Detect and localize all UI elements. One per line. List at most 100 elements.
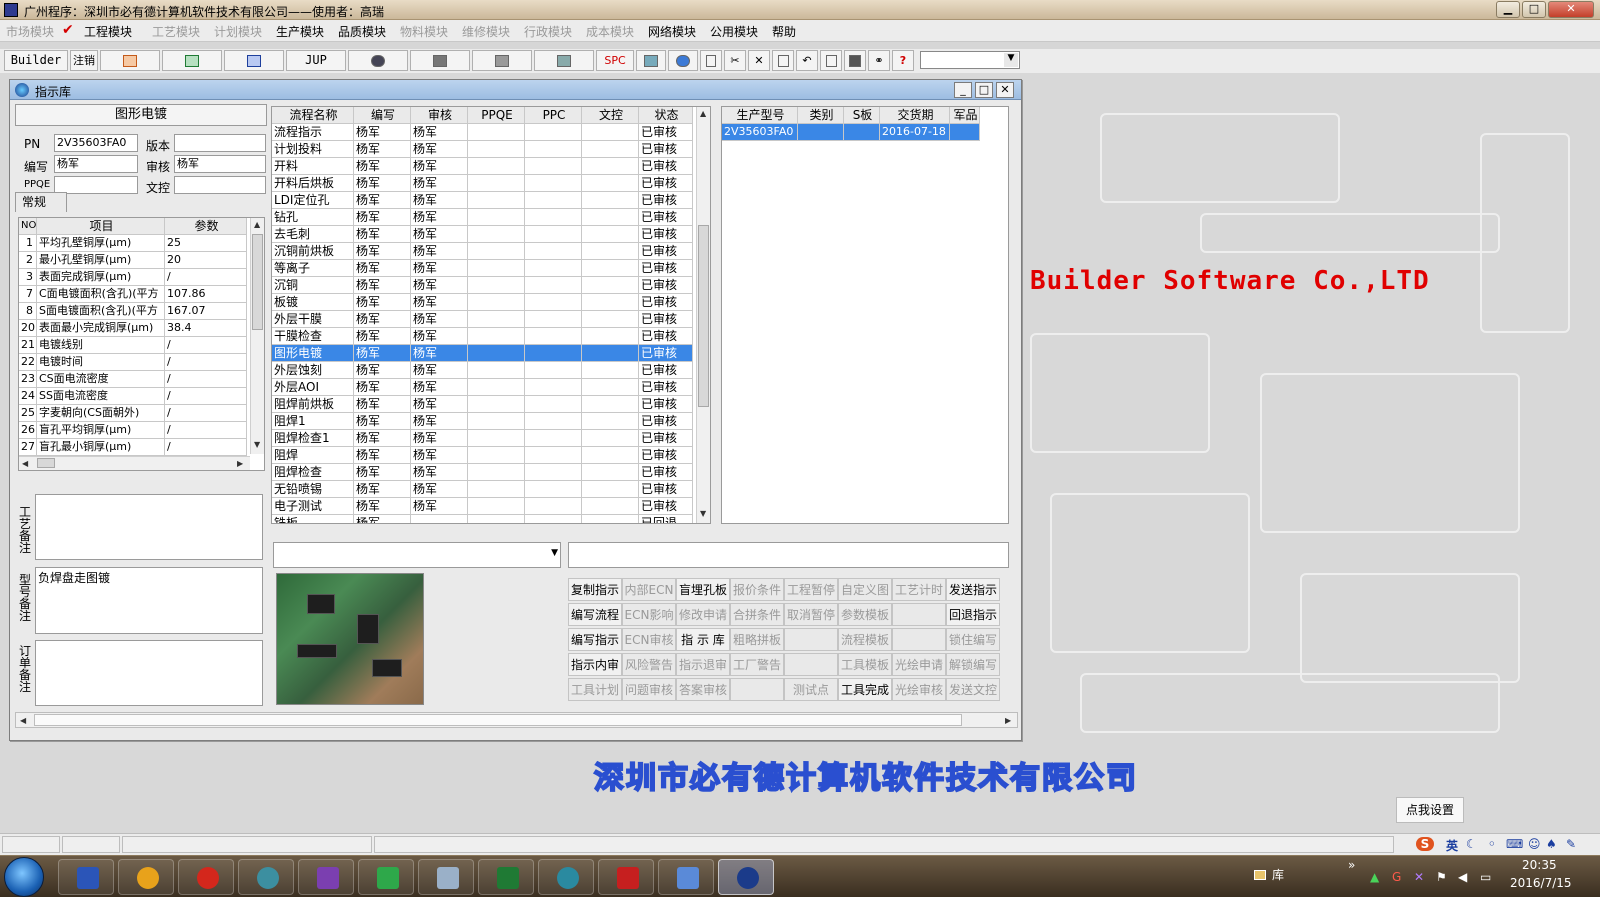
flow-row[interactable]: 开料 杨军 杨军 已审核	[272, 158, 693, 175]
menu-engineering[interactable]: 工程模块	[84, 23, 132, 40]
message-field[interactable]	[568, 542, 1009, 568]
dialog-horizontal-scrollbar[interactable]: ◀ ▶	[15, 712, 1018, 728]
action-button[interactable]	[730, 678, 784, 701]
help-button[interactable]: ?	[892, 50, 914, 71]
version-field[interactable]	[174, 134, 266, 152]
action-button[interactable]: 报价条件	[730, 578, 784, 601]
action-button[interactable]: 光绘申请	[892, 653, 946, 676]
action-button[interactable]: 复制指示	[568, 578, 622, 601]
parameter-row[interactable]: 1 平均孔壁铜厚(μm) 25	[19, 235, 247, 252]
flow-row[interactable]: LDI定位孔 杨军 杨军 已审核	[272, 192, 693, 209]
action-button[interactable]: ECN影响	[622, 603, 676, 626]
undo-button[interactable]: ↶	[796, 50, 818, 71]
flow-row[interactable]: 开料后烘板 杨军 杨军 已审核	[272, 175, 693, 192]
action-button[interactable]: 问题审核	[622, 678, 676, 701]
user-icon[interactable]: ☺	[1528, 837, 1541, 851]
flow-row[interactable]: 外层干膜 杨军 杨军 已审核	[272, 311, 693, 328]
action-button[interactable]: 工艺计时	[892, 578, 946, 601]
keyboard-icon[interactable]: ⌨	[1506, 837, 1523, 851]
cut-button[interactable]: ✂	[724, 50, 746, 71]
action-button[interactable]: 指 示 库	[676, 628, 730, 651]
flow-combo[interactable]: ▼	[273, 542, 561, 568]
parameter-row[interactable]: 22 电镀时间 /	[19, 354, 247, 371]
taskbar-app-save[interactable]	[58, 859, 114, 895]
action-button[interactable]	[892, 603, 946, 626]
taskbar-app-eye[interactable]	[238, 859, 294, 895]
builder-button[interactable]: Builder	[4, 50, 68, 71]
find-button[interactable]: ⚭	[868, 50, 890, 71]
scroll-thumb[interactable]	[37, 458, 55, 468]
computer-button[interactable]	[534, 50, 594, 71]
action-button[interactable]	[784, 653, 838, 676]
action-button[interactable]: 流程模板	[838, 628, 892, 651]
flow-row[interactable]: 阻焊前烘板 杨军 杨军 已审核	[272, 396, 693, 413]
action-button[interactable]: 发送指示	[946, 578, 1000, 601]
taskbar-app-excel[interactable]	[478, 859, 534, 895]
action-button[interactable]: 参数模板	[838, 603, 892, 626]
flow-row[interactable]: 外层AOI 杨军 杨军 已审核	[272, 379, 693, 396]
maximize-button[interactable]: □	[1522, 1, 1546, 18]
action-button[interactable]: 编写流程	[568, 603, 622, 626]
action-button[interactable]: 解锁编写	[946, 653, 1000, 676]
flow-row[interactable]: 计划投料 杨军 杨军 已审核	[272, 141, 693, 158]
tab-general[interactable]: 常规	[15, 192, 67, 212]
scroll-thumb[interactable]	[252, 234, 263, 330]
taskbar-app-g[interactable]	[178, 859, 234, 895]
action-button[interactable]: 工厂警告	[730, 653, 784, 676]
save-button[interactable]	[772, 50, 794, 71]
taskbar-app-notepad[interactable]	[658, 859, 714, 895]
refresh-button[interactable]	[636, 50, 666, 71]
start-button[interactable]	[4, 857, 44, 897]
action-button[interactable]: 工具计划	[568, 678, 622, 701]
taskbar-app-x[interactable]	[298, 859, 354, 895]
menu-quality[interactable]: 品质模块	[338, 23, 386, 40]
wrench-icon[interactable]: ✎	[1566, 837, 1576, 851]
reviewer-field[interactable]: 杨军	[174, 155, 266, 173]
database-button[interactable]	[410, 50, 470, 71]
jup-button[interactable]: JUP	[286, 50, 346, 71]
pn-field[interactable]: 2V35603FA0	[54, 134, 138, 152]
action-button[interactable]: 答案审核	[676, 678, 730, 701]
parameter-row[interactable]: 21 电镀线别 /	[19, 337, 247, 354]
flow-row[interactable]: 阻焊1 杨军 杨军 已审核	[272, 413, 693, 430]
parameter-row[interactable]: 20 表面最小完成铜厚(μm) 38.4	[19, 320, 247, 337]
dialog-close-button[interactable]: ✕	[996, 82, 1014, 98]
tray-expand-icon[interactable]: »	[1348, 858, 1355, 872]
clock-date[interactable]: 2016/7/15	[1510, 876, 1572, 890]
excel-button[interactable]	[162, 50, 222, 71]
flow-row[interactable]: 等离子 杨军 杨军 已审核	[272, 260, 693, 277]
parameter-row[interactable]: 24 SS面电流密度 /	[19, 388, 247, 405]
action-button[interactable]: ECN审核	[622, 628, 676, 651]
network-button[interactable]	[472, 50, 532, 71]
flow-row[interactable]: 钻孔 杨军 杨军 已审核	[272, 209, 693, 226]
new-file-button[interactable]	[700, 50, 722, 71]
parameter-row[interactable]: 27 盲孔最小铜厚(μm) /	[19, 439, 247, 456]
toolbar-combo[interactable]: ▼	[920, 51, 1020, 69]
parameter-row[interactable]: 2 最小孔壁铜厚(μm) 20	[19, 252, 247, 269]
scroll-thumb[interactable]	[698, 225, 709, 407]
taskbar-app-viewer[interactable]	[538, 859, 594, 895]
action-button[interactable]: 指示内审	[568, 653, 622, 676]
flow-row[interactable]: 沉铜 杨军 杨军 已审核	[272, 277, 693, 294]
flow-vertical-scrollbar[interactable]: ▲ ▼	[696, 107, 710, 523]
action-button[interactable]: 粗略拼板	[730, 628, 784, 651]
flow-row[interactable]: 阻焊 杨军 杨军 已审核	[272, 447, 693, 464]
eye-button[interactable]	[348, 50, 408, 71]
flow-row[interactable]: 流程指示 杨军 杨军 已审核	[272, 124, 693, 141]
menu-help[interactable]: 帮助	[772, 23, 796, 40]
moon-icon[interactable]: ☾	[1466, 837, 1477, 851]
flow-row[interactable]: 电子测试 杨军 杨军 已审核	[272, 498, 693, 515]
flow-row[interactable]: 阻焊检查 杨军 杨军 已审核	[272, 464, 693, 481]
menu-admin[interactable]: 行政模块	[524, 23, 572, 40]
menu-market[interactable]: 市场模块	[6, 23, 54, 40]
action-button[interactable]: 回退指示	[946, 603, 1000, 626]
powerpoint-button[interactable]	[100, 50, 160, 71]
order-note-box[interactable]	[35, 640, 263, 706]
flow-row[interactable]: 无铅喷锡 杨军 杨军 已审核	[272, 481, 693, 498]
parameter-horizontal-scrollbar[interactable]: ◀ ▶	[19, 456, 250, 470]
network-icon[interactable]: ▭	[1480, 870, 1491, 884]
scroll-thumb[interactable]	[34, 714, 962, 726]
flow-row[interactable]: 板镀 杨军 杨军 已审核	[272, 294, 693, 311]
parameter-row[interactable]: 23 CS面电流密度 /	[19, 371, 247, 388]
taskbar-app-star[interactable]	[118, 859, 174, 895]
